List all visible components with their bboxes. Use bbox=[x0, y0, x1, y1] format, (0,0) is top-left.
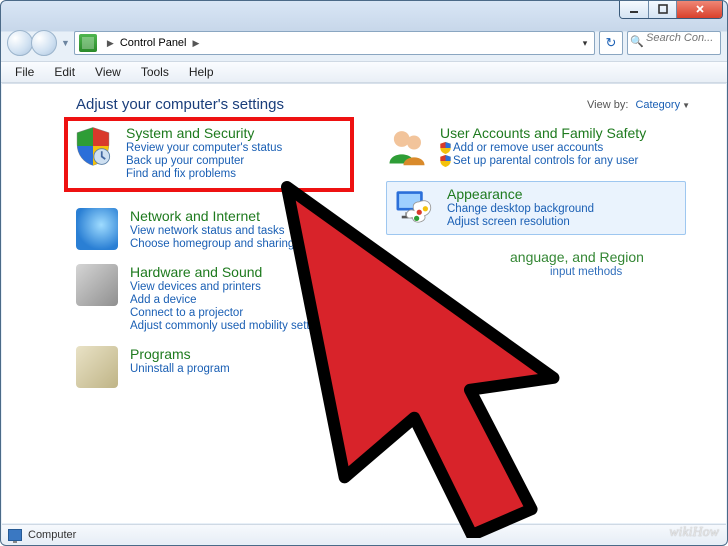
back-button[interactable] bbox=[7, 30, 33, 56]
history-dropdown-icon[interactable]: ▼ bbox=[61, 38, 70, 48]
category-hardware-sound[interactable]: Hardware and Sound View devices and prin… bbox=[76, 264, 346, 332]
control-panel-icon bbox=[79, 34, 97, 52]
menu-file[interactable]: File bbox=[7, 63, 42, 81]
breadcrumb-arrow-icon: ▶ bbox=[101, 38, 120, 49]
monitor-icon bbox=[393, 186, 435, 228]
category-title[interactable]: Appearance bbox=[447, 186, 594, 202]
window-buttons bbox=[619, 0, 723, 19]
breadcrumb-root[interactable]: Control Panel bbox=[120, 37, 187, 49]
breadcrumb-arrow-icon[interactable]: ▶ bbox=[187, 38, 206, 49]
category-title[interactable]: User Accounts and Family Safety bbox=[440, 125, 646, 141]
globe-icon bbox=[76, 208, 118, 250]
view-by-dropdown[interactable]: Category▼ bbox=[635, 99, 690, 111]
category-title-fragment[interactable]: anguage, and Region bbox=[510, 249, 644, 265]
link-screen-resolution[interactable]: Adjust screen resolution bbox=[447, 216, 594, 228]
back-forward-group bbox=[7, 30, 57, 56]
view-by: View by: Category▼ bbox=[587, 99, 690, 111]
close-icon bbox=[695, 4, 705, 14]
link-parental-controls[interactable]: Set up parental controls for any user bbox=[440, 155, 646, 167]
titlebar bbox=[1, 1, 727, 29]
uac-shield-icon bbox=[440, 142, 451, 154]
category-system-security[interactable]: System and Security Review your computer… bbox=[64, 117, 354, 192]
refresh-icon: ↻ bbox=[606, 35, 617, 51]
category-appearance[interactable]: Appearance Change desktop background Adj… bbox=[386, 181, 686, 235]
category-network-internet[interactable]: Network and Internet View network status… bbox=[76, 208, 346, 250]
link-review-status[interactable]: Review your computer's status bbox=[126, 142, 282, 154]
maximize-icon bbox=[658, 4, 668, 14]
link-add-device[interactable]: Add a device bbox=[130, 294, 331, 306]
maximize-button[interactable] bbox=[648, 0, 676, 18]
search-input[interactable]: Search Con... bbox=[627, 31, 721, 55]
users-icon bbox=[386, 125, 428, 167]
status-label: Computer bbox=[28, 529, 76, 541]
category-clock-language-region[interactable]: anguage, and Region input methods bbox=[386, 249, 686, 291]
category-title[interactable]: Network and Internet bbox=[130, 208, 335, 224]
link-backup[interactable]: Back up your computer bbox=[126, 155, 282, 167]
category-programs[interactable]: Programs Uninstall a program bbox=[76, 346, 346, 388]
printer-icon bbox=[76, 264, 118, 306]
link-homegroup[interactable]: Choose homegroup and sharing options bbox=[130, 238, 335, 250]
category-title[interactable]: System and Security bbox=[126, 125, 282, 141]
link-desktop-background[interactable]: Change desktop background bbox=[447, 203, 594, 215]
content-area: Adjust your computer's settings View by:… bbox=[2, 83, 726, 523]
link-projector[interactable]: Connect to a projector bbox=[130, 307, 331, 319]
refresh-button[interactable]: ↻ bbox=[599, 31, 623, 55]
shield-icon bbox=[72, 125, 114, 167]
link-mobility[interactable]: Adjust commonly used mobility settings bbox=[130, 320, 331, 332]
address-bar[interactable]: ▶ Control Panel ▶ ▾ bbox=[74, 31, 595, 55]
link-find-fix[interactable]: Find and fix problems bbox=[126, 168, 282, 180]
link-devices-printers[interactable]: View devices and printers bbox=[130, 281, 331, 293]
menu-edit[interactable]: Edit bbox=[46, 63, 83, 81]
forward-button[interactable] bbox=[31, 30, 57, 56]
menu-view[interactable]: View bbox=[87, 63, 129, 81]
menu-tools[interactable]: Tools bbox=[133, 63, 177, 81]
menu-bar: File Edit View Tools Help bbox=[1, 61, 727, 83]
link-uninstall[interactable]: Uninstall a program bbox=[130, 363, 230, 375]
link-add-remove-users[interactable]: Add or remove user accounts bbox=[440, 142, 646, 154]
menu-help[interactable]: Help bbox=[181, 63, 222, 81]
watermark: wikiHow bbox=[669, 525, 719, 541]
search-placeholder: Search Con... bbox=[646, 32, 713, 44]
status-bar: Computer bbox=[2, 524, 726, 544]
minimize-icon bbox=[629, 4, 639, 14]
address-dropdown-icon[interactable]: ▾ bbox=[578, 38, 592, 49]
page-title: Adjust your computer's settings bbox=[76, 96, 284, 113]
minimize-button[interactable] bbox=[620, 0, 648, 18]
link-fragment[interactable]: input methods bbox=[550, 266, 644, 278]
close-button[interactable] bbox=[676, 0, 722, 18]
link-network-status[interactable]: View network status and tasks bbox=[130, 225, 335, 237]
disc-icon bbox=[76, 346, 118, 388]
computer-icon bbox=[8, 529, 22, 541]
category-title[interactable]: Programs bbox=[130, 346, 230, 362]
category-title[interactable]: Hardware and Sound bbox=[130, 264, 331, 280]
category-user-accounts[interactable]: User Accounts and Family Safety Add or r… bbox=[386, 125, 686, 167]
uac-shield-icon bbox=[440, 155, 451, 167]
nav-row: ▼ ▶ Control Panel ▶ ▾ ↻ Search Con... bbox=[1, 29, 727, 61]
